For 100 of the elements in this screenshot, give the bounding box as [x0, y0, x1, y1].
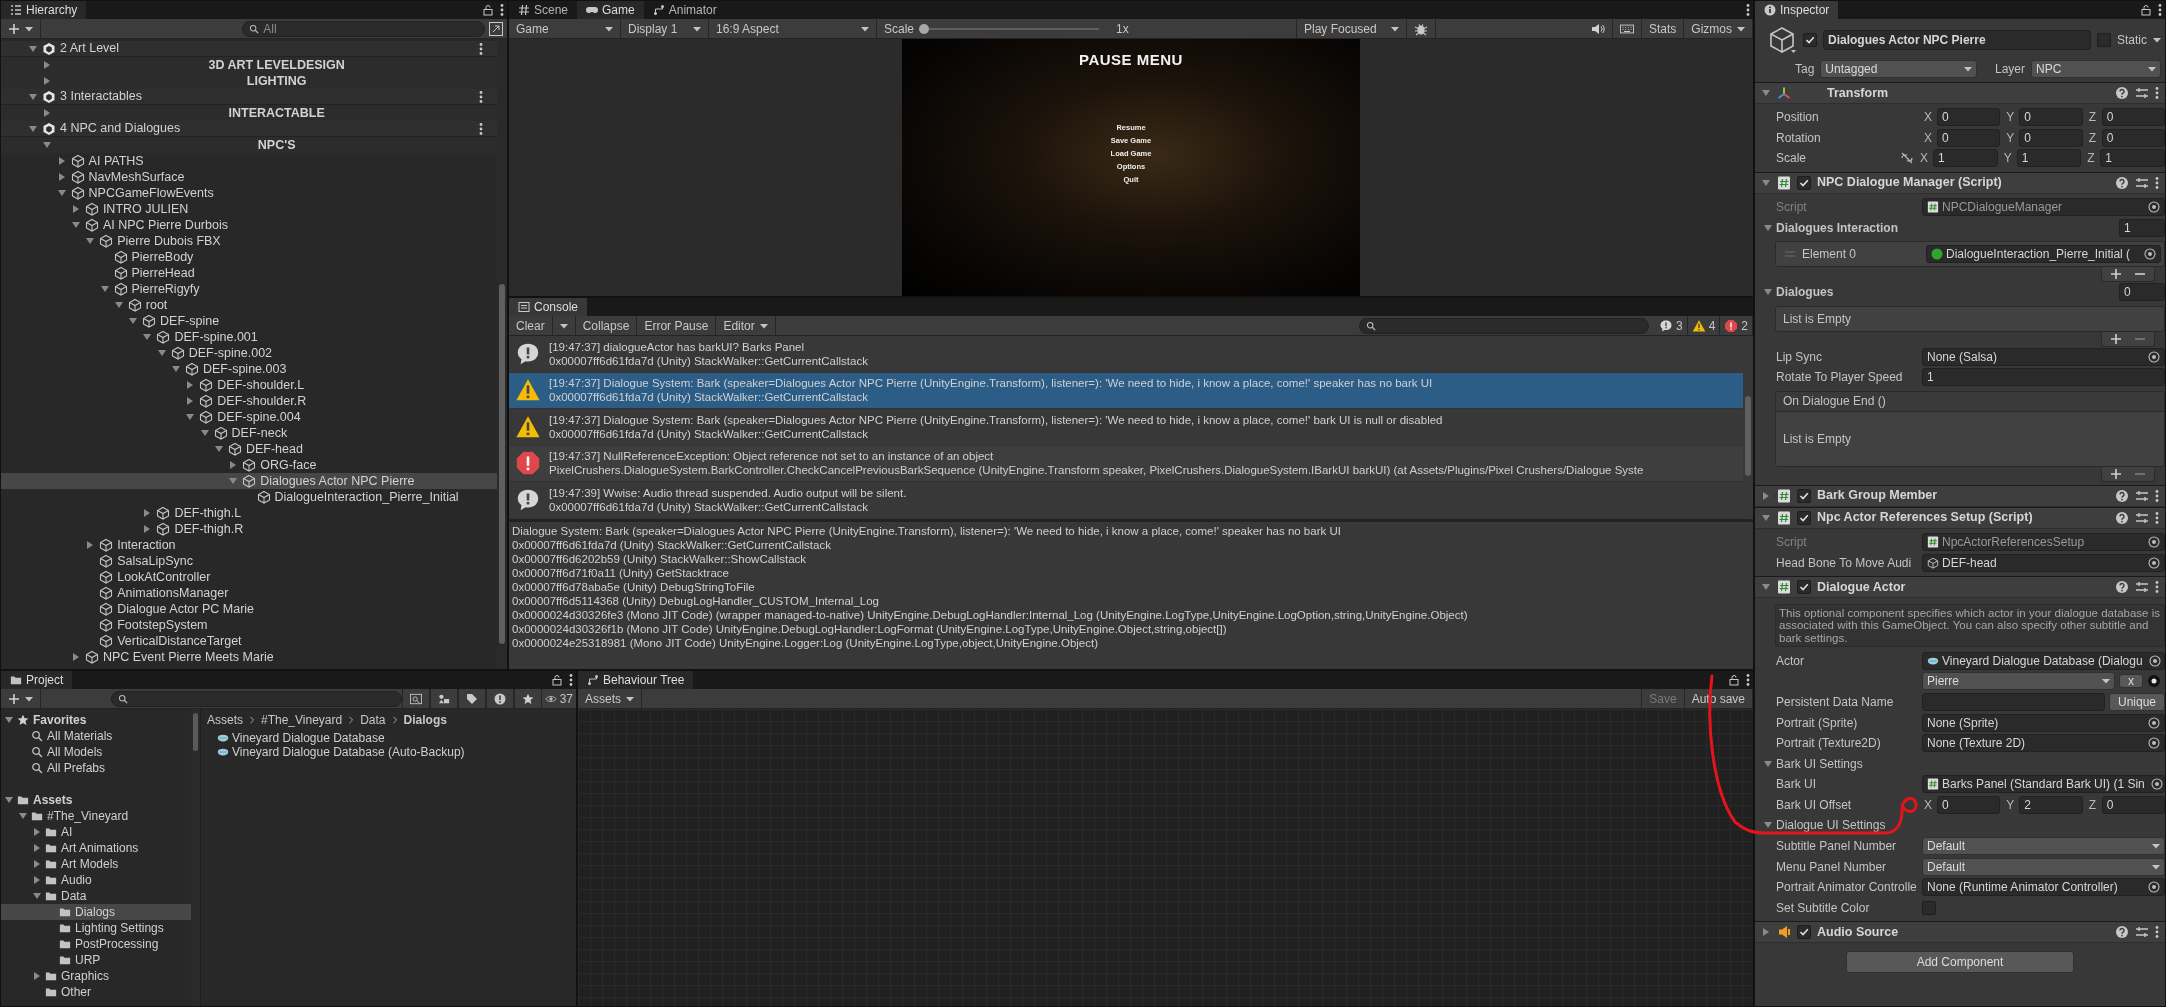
hierarchy-item[interactable]: FootstepSystem [1, 617, 497, 633]
number-field[interactable]: 0 [2019, 128, 2083, 147]
type-filter-icon[interactable] [437, 692, 450, 705]
scrollbar-thumb[interactable] [499, 284, 505, 644]
add-item-button[interactable] [2110, 267, 2122, 280]
object-field[interactable]: None (Salsa) [1922, 347, 2165, 366]
presets-icon[interactable] [2135, 86, 2149, 100]
add-item-button[interactable] [2110, 467, 2122, 480]
presets-icon[interactable] [2135, 579, 2149, 594]
object-field[interactable]: None (Sprite) [1922, 713, 2165, 732]
dropdown[interactable]: Display 1 [621, 19, 709, 38]
folder-tree-item[interactable]: URP [1, 952, 191, 968]
hierarchy-item[interactable]: LIGHTING [1, 73, 497, 89]
more-icon[interactable] [2155, 86, 2159, 100]
object-field[interactable]: DialogueInteraction_Pierre_Initial ( [1926, 244, 2161, 263]
clear-actor-button[interactable]: x [2119, 674, 2143, 689]
gizmos-dropdown[interactable]: Gizmos [1684, 19, 1753, 38]
star-icon[interactable] [521, 692, 534, 705]
presets-icon[interactable] [2135, 925, 2149, 940]
caret-icon[interactable] [2153, 36, 2161, 44]
hierarchy-item[interactable]: Interaction [1, 537, 497, 553]
expand-arrow-icon[interactable] [32, 859, 42, 869]
help-icon[interactable] [2115, 510, 2129, 525]
hierarchy-item[interactable]: DEF-head [1, 441, 497, 457]
number-field[interactable]: 0 [1937, 108, 2001, 127]
expand-arrow-icon[interactable] [70, 652, 81, 662]
collapse-arrow-icon[interactable] [99, 284, 110, 294]
presets-icon[interactable] [2135, 510, 2149, 525]
more-icon[interactable] [569, 673, 573, 687]
object-field[interactable]: None (Runtime Animator Controller) [1922, 878, 2165, 897]
name-field[interactable]: Dialogues Actor NPC Pierre [1823, 30, 2091, 50]
number-field[interactable]: 1 [1922, 368, 2165, 387]
presets-icon[interactable] [2135, 175, 2149, 190]
folder-tree-item[interactable]: All Materials [1, 728, 191, 744]
component-header[interactable]: Transform [1755, 82, 2165, 104]
breadcrumb-link[interactable]: Assets [207, 711, 243, 729]
log-filter-toggle[interactable]: 2 [1720, 316, 1753, 335]
folder-tree-item[interactable]: Lighting Settings [1, 920, 191, 936]
collapse-arrow-icon[interactable] [1763, 222, 1773, 233]
gameobject-icon[interactable] [1767, 25, 1797, 55]
hierarchy-item[interactable]: 4 NPC and Dialogues [1, 121, 497, 137]
layer-dropdown[interactable]: NPC [2031, 60, 2161, 78]
object-picker-icon[interactable] [2148, 716, 2160, 729]
hierarchy-item[interactable]: PierreRigyfy [1, 281, 497, 297]
object-field[interactable]: Vineyard Dialogue Database (Dialogu [1922, 651, 2165, 670]
number-field[interactable]: 1 [2100, 149, 2165, 168]
more-icon[interactable] [2155, 925, 2159, 940]
number-field[interactable]: 0 [2101, 108, 2165, 127]
component-header[interactable]: NPC Dialogue Manager (Script) [1755, 171, 2165, 194]
object-picker-icon[interactable] [2148, 556, 2160, 569]
object-picker-icon[interactable] [2148, 654, 2161, 667]
object-picker-icon[interactable] [2148, 350, 2160, 363]
hierarchy-item[interactable]: NavMeshSurface [1, 169, 497, 185]
active-checkbox[interactable] [1803, 33, 1817, 47]
hierarchy-item[interactable]: DEF-spine.001 [1, 329, 497, 345]
breadcrumb-link[interactable]: Dialogs [403, 711, 447, 729]
hierarchy-item[interactable]: LookAtController [1, 569, 497, 585]
folder-tree-item[interactable]: Art Models [1, 856, 191, 872]
folder-tree-item[interactable]: Art Animations [1, 840, 191, 856]
folder-tree-item[interactable]: AI [1, 824, 191, 840]
scrollbar-thumb[interactable] [1745, 396, 1751, 476]
folder-tree-item[interactable]: Dialogs [1, 904, 191, 920]
collapse-arrow-icon[interactable] [199, 428, 210, 438]
hierarchy-item[interactable]: DEF-neck [1, 425, 497, 441]
hierarchy-item[interactable]: PierreBody [1, 249, 497, 265]
collapse-arrow-icon[interactable] [42, 140, 53, 150]
collapse-arrow-icon[interactable] [156, 348, 167, 358]
collapse-arrow-icon[interactable] [28, 43, 38, 54]
assets-dropdown[interactable]: Assets [578, 689, 642, 708]
list-size-field[interactable]: 0 [2119, 283, 2165, 302]
asset-item[interactable]: Vineyard Dialogue Database [207, 731, 570, 745]
expand-arrow-icon[interactable] [1761, 490, 1771, 501]
dropdown[interactable]: Default [1922, 837, 2165, 856]
object-field[interactable]: Barks Panel (Standard Bark UI) (1 Sin [1922, 775, 2165, 794]
collapse-arrow-icon[interactable] [18, 811, 28, 821]
more-icon[interactable] [2155, 579, 2159, 594]
folder-tree-item[interactable]: Other [1, 984, 191, 1000]
help-icon[interactable] [2115, 579, 2129, 594]
collapse-button[interactable]: Collapse [575, 316, 638, 335]
hierarchy-item[interactable]: Pierre Dubois FBX [1, 233, 497, 249]
hierarchy-item[interactable]: DialogueInteraction_Pierre_Initial [1, 489, 497, 505]
search-field[interactable] [1358, 317, 1649, 334]
expand-arrow-icon[interactable] [1761, 927, 1771, 938]
radio-icon[interactable] [2147, 674, 2161, 689]
stats-button[interactable]: Stats [1641, 19, 1685, 38]
more-icon[interactable] [500, 3, 504, 17]
more-icon[interactable] [2155, 488, 2159, 503]
actor-dropdown[interactable]: Pierre [1922, 672, 2115, 691]
asset-item[interactable]: Vineyard Dialogue Database (Auto-Backup) [207, 745, 570, 759]
error-pause-button[interactable]: Error Pause [637, 316, 717, 335]
object-field[interactable]: None (Texture 2D) [1922, 734, 2165, 753]
hierarchy-item[interactable]: DEF-spine.004 [1, 409, 497, 425]
breadcrumb-link[interactable]: Data [360, 711, 386, 729]
log-filter-toggle[interactable]: 3 [1654, 316, 1688, 335]
hierarchy-item[interactable]: DEF-spine [1, 313, 497, 329]
folder-tree-item[interactable]: Data [1, 888, 191, 904]
collapse-arrow-icon[interactable] [1761, 581, 1771, 592]
alert-icon[interactable] [493, 692, 506, 705]
more-icon[interactable] [2155, 175, 2159, 190]
enable-checkbox[interactable] [1797, 510, 1811, 525]
